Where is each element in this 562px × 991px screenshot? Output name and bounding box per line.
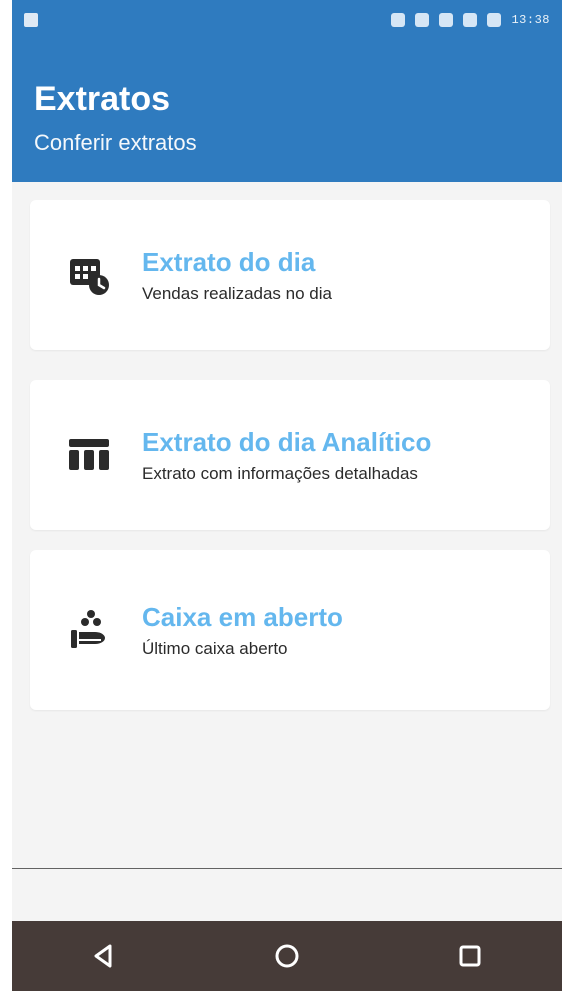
back-icon [94, 944, 112, 968]
notification-icon [24, 13, 38, 27]
wifi-icon [439, 13, 454, 27]
card-title: Extrato do dia [142, 246, 316, 277]
back-button[interactable] [74, 926, 134, 986]
card-caixa-em-aberto[interactable]: Caixa em aberto Último caixa aberto [30, 550, 550, 710]
card-extrato-do-dia[interactable]: Extrato do dia Vendas realizadas no dia [30, 200, 550, 350]
android-nav-bar [12, 921, 562, 991]
status-icons: 13:38 [391, 13, 550, 27]
app-bar: Extratos Conferir extratos [12, 40, 562, 182]
table-icon [58, 424, 120, 486]
card-title: Extrato do dia Analítico [142, 426, 432, 457]
card-subtitle: Vendas realizadas no dia [142, 283, 332, 303]
card-extrato-analitico[interactable]: Extrato do dia Analítico Extrato com inf… [30, 380, 550, 530]
status-bar: 13:38 [12, 0, 562, 40]
page-subtitle: Conferir extratos [34, 130, 197, 155]
card-title: Caixa em aberto [142, 601, 343, 632]
signal-icon [463, 13, 478, 27]
home-icon [275, 944, 299, 968]
bluetooth-icon [415, 13, 430, 27]
status-time: 13:38 [511, 13, 550, 27]
battery-icon [487, 13, 502, 27]
card-subtitle: Último caixa aberto [142, 638, 288, 658]
location-icon [391, 13, 406, 27]
recents-icon [459, 945, 481, 967]
calendar-clock-icon [58, 244, 120, 306]
hand-coins-icon [58, 599, 120, 661]
divider [12, 868, 562, 869]
home-button[interactable] [257, 926, 317, 986]
device-screen: 13:38 Extratos Conferir extratos Extrato… [12, 0, 562, 991]
page-title: Extratos [34, 80, 171, 118]
recents-button[interactable] [440, 926, 500, 986]
card-subtitle: Extrato com informações detalhadas [142, 463, 418, 483]
